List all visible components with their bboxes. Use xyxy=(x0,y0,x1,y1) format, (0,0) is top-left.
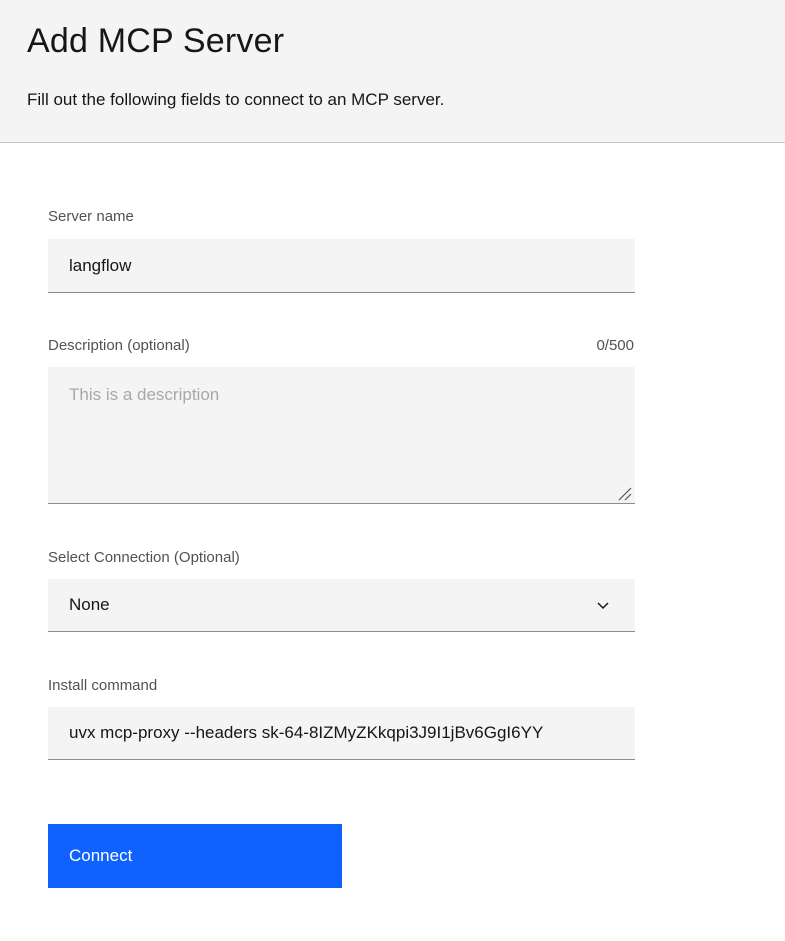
description-label: Description (optional) xyxy=(48,337,190,354)
resize-handle-icon[interactable] xyxy=(616,485,632,501)
install-command-label: Install command xyxy=(48,677,158,694)
connection-select[interactable]: None xyxy=(48,579,635,632)
page-subtitle: Fill out the following fields to connect… xyxy=(27,90,445,109)
page-title: Add MCP Server xyxy=(27,22,285,60)
install-command-input[interactable] xyxy=(48,707,635,760)
page-header: Add MCP Server Fill out the following fi… xyxy=(0,0,785,143)
connection-label: Select Connection (Optional) xyxy=(48,549,240,566)
server-name-label: Server name xyxy=(48,208,134,225)
connection-selected-value: None xyxy=(69,595,110,614)
server-name-input[interactable] xyxy=(48,239,635,293)
description-textarea[interactable] xyxy=(48,367,635,504)
connect-button[interactable]: Connect xyxy=(48,824,342,888)
chevron-down-icon xyxy=(597,602,609,610)
description-char-counter: 0/500 xyxy=(596,337,634,354)
